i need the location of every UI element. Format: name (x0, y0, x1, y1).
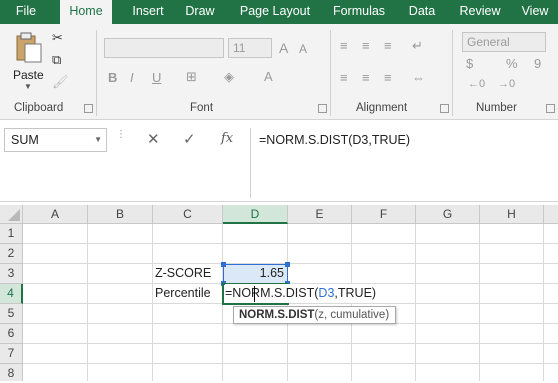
tab-data[interactable]: Data (398, 0, 446, 24)
name-box[interactable]: SUM ▼ (4, 128, 107, 152)
column-header-d[interactable]: D (223, 205, 288, 224)
range-handle[interactable] (285, 262, 290, 267)
column-header-a[interactable]: A (23, 205, 88, 224)
tab-page-layout[interactable]: Page Layout (232, 0, 318, 24)
paste-button[interactable]: Paste ▼ (8, 30, 48, 91)
clipboard-group-label: Clipboard (14, 102, 64, 114)
row-header-7[interactable]: 7 (0, 344, 23, 364)
formula-suffix: ,TRUE) (334, 286, 377, 300)
clipboard-launcher[interactable] (84, 104, 93, 113)
column-header-g[interactable]: G (416, 205, 480, 224)
currency-button[interactable]: $ (466, 56, 473, 71)
align-center-icon[interactable]: ≡ (362, 70, 370, 85)
alignment-group-label: Alignment (356, 102, 408, 114)
copy-icon[interactable]: ⧉ (52, 52, 61, 68)
tooltip-args: (z, cumulative) (314, 309, 390, 321)
row-header-1[interactable]: 1 (0, 224, 23, 244)
underline-button[interactable]: U (152, 70, 161, 85)
number-format-value: General (467, 35, 510, 49)
select-all-icon (8, 209, 20, 221)
ribbon-home: Paste ▼ ✂ ⧉ 🖌 Clipboard 11 A A B I U ⊞ ◈… (0, 24, 558, 120)
grow-font-button[interactable]: A (279, 40, 288, 56)
cell-d3[interactable]: 1.65 (223, 264, 284, 283)
column-header-c[interactable]: C (153, 205, 223, 224)
insert-function-button[interactable]: fx (221, 131, 233, 146)
formula-input[interactable]: =NORM.S.DIST(D3,TRUE) (250, 128, 558, 198)
chevron-down-icon[interactable]: ▼ (94, 129, 102, 151)
select-all-corner[interactable] (0, 205, 23, 224)
fill-color-icon[interactable]: ◈ (224, 69, 234, 85)
formula-reference: D3 (318, 286, 335, 300)
font-group-label: Font (190, 102, 214, 114)
borders-icon[interactable]: ⊞ (186, 69, 197, 85)
bold-button[interactable]: B (108, 70, 117, 85)
middle-align-icon[interactable]: ≡ (362, 38, 370, 53)
cell-grid[interactable]: Z-SCORE 1.65 Percentile =NORM.S.DIST(D3,… (23, 224, 558, 381)
formula-buttons: ✕ ✓ fx (127, 128, 247, 152)
paste-label: Paste (13, 68, 44, 82)
tab-review[interactable]: Review (452, 0, 508, 24)
align-left-icon[interactable]: ≡ (340, 70, 348, 85)
cut-icon[interactable]: ✂ (52, 30, 63, 46)
font-size-value: 11 (233, 41, 246, 55)
comma-style-button[interactable]: 9 (534, 56, 541, 71)
tooltip-function-name[interactable]: NORM.S.DIST (239, 309, 314, 321)
column-header-e[interactable]: E (288, 205, 352, 224)
row-header-6[interactable]: 6 (0, 324, 23, 344)
function-tooltip: NORM.S.DIST(z, cumulative) (233, 306, 396, 324)
number-format-dropdown[interactable]: General (462, 32, 546, 52)
column-header-f[interactable]: F (352, 205, 416, 224)
column-header-overflow[interactable] (544, 205, 558, 224)
increase-decimal-icon[interactable]: ←0 (468, 78, 485, 90)
alignment-launcher[interactable] (440, 104, 449, 113)
bottom-align-icon[interactable]: ≡ (384, 38, 392, 53)
format-painter-icon[interactable]: 🖌 (52, 74, 69, 90)
row-header-3[interactable]: 3 (0, 264, 23, 284)
column-header-h[interactable]: H (480, 205, 544, 224)
ribbon-tab-bar: File Home Insert Draw Page Layout Formul… (0, 0, 558, 26)
drag-handle-icon[interactable]: ⋮ (116, 130, 126, 140)
tab-home[interactable]: Home (60, 0, 112, 26)
percent-button[interactable]: % (506, 56, 518, 71)
tab-insert[interactable]: Insert (120, 0, 176, 24)
tab-draw[interactable]: Draw (176, 0, 224, 24)
cell-d4-editor[interactable]: =NORM.S.DIST(D3,TRUE) (225, 284, 381, 303)
column-header-b[interactable]: B (88, 205, 153, 224)
row-header-4[interactable]: 4 (0, 284, 23, 304)
number-launcher[interactable] (546, 104, 555, 113)
formula-prefix: =NORM.S.DIST( (225, 286, 319, 300)
row-header-2[interactable]: 2 (0, 244, 23, 264)
font-launcher[interactable] (318, 104, 327, 113)
cell-c3[interactable]: Z-SCORE (155, 264, 211, 283)
font-color-icon[interactable]: A (264, 69, 273, 84)
font-name-dropdown[interactable] (104, 38, 224, 58)
italic-button[interactable]: I (130, 70, 134, 85)
decrease-decimal-icon[interactable]: →0 (498, 78, 515, 90)
name-box-value: SUM (11, 133, 39, 147)
paste-icon (16, 32, 42, 63)
font-size-dropdown[interactable]: 11 (228, 38, 272, 58)
wrap-text-icon[interactable]: ↵ (412, 38, 423, 54)
formula-bar: SUM ▼ ⋮ ✕ ✓ fx =NORM.S.DIST(D3,TRUE) (0, 120, 558, 202)
row-header-5[interactable]: 5 (0, 304, 23, 324)
chevron-down-icon[interactable]: ▼ (24, 82, 32, 91)
align-right-icon[interactable]: ≡ (384, 70, 392, 85)
formula-text: =NORM.S.DIST(D3,TRUE) (259, 133, 411, 147)
text-cursor (254, 286, 255, 302)
tab-formulas[interactable]: Formulas (324, 0, 394, 24)
number-group-label: Number (476, 102, 517, 114)
shrink-font-button[interactable]: A (299, 42, 307, 56)
tab-view[interactable]: View (512, 0, 558, 24)
merge-center-icon[interactable]: ⇔ (412, 70, 425, 85)
tab-file[interactable]: File (0, 0, 52, 24)
cancel-button[interactable]: ✕ (147, 130, 160, 148)
row-header-8[interactable]: 8 (0, 364, 23, 381)
top-align-icon[interactable]: ≡ (340, 38, 348, 53)
enter-button[interactable]: ✓ (183, 130, 196, 148)
cell-c4[interactable]: Percentile (155, 284, 211, 303)
